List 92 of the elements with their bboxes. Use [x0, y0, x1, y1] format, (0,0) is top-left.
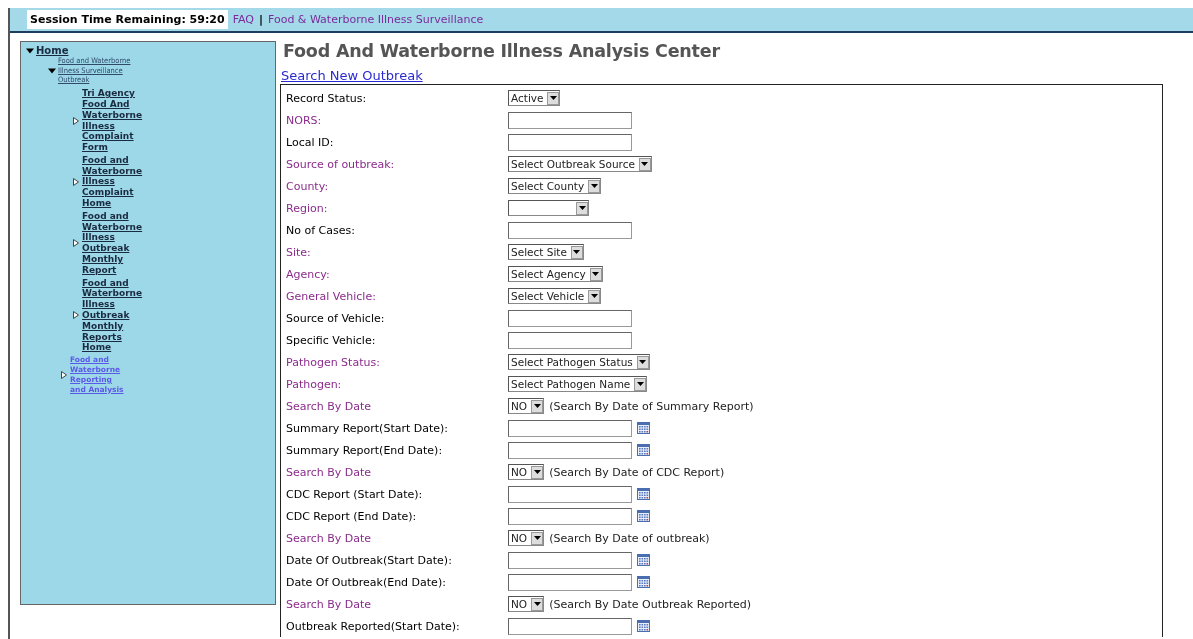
- field-label: Outbreak Reported(Start Date):: [286, 619, 460, 633]
- caret-icon[interactable]: [533, 404, 541, 408]
- date-field[interactable]: [508, 617, 632, 635]
- field-label: Pathogen:: [286, 377, 342, 391]
- date-field[interactable]: [508, 485, 632, 503]
- date-field[interactable]: [508, 507, 632, 525]
- calendar-icon[interactable]: [637, 510, 650, 522]
- dropdown[interactable]: NO: [508, 464, 545, 480]
- collapsed-triangle-icon[interactable]: [72, 311, 80, 320]
- field-label: Specific Vehicle:: [286, 333, 376, 347]
- dropdown[interactable]: Select County: [508, 178, 602, 194]
- calendar-icon[interactable]: [637, 422, 650, 434]
- dropdown[interactable]: Select Pathogen Status: [508, 354, 650, 370]
- dropdown[interactable]: Select Site: [508, 244, 584, 260]
- field-label: Source of outbreak:: [286, 157, 395, 171]
- input-field[interactable]: [508, 331, 632, 349]
- caret-icon[interactable]: [641, 162, 649, 166]
- dropdown[interactable]: NO: [508, 530, 545, 546]
- field-label: Date Of Outbreak(End Date):: [286, 575, 446, 589]
- field-label: General Vehicle:: [286, 289, 376, 303]
- page-title: Food And Waterborne Illness Analysis Center: [282, 41, 720, 63]
- field-note: (Search By Date of CDC Report): [549, 465, 725, 479]
- field-label: Site:: [286, 245, 311, 259]
- dropdown[interactable]: Select Vehicle: [508, 288, 602, 304]
- tree-link[interactable]: Food and Waterborne Illness Complaint Home: [82, 153, 148, 210]
- caret-icon[interactable]: [533, 602, 541, 606]
- input-field[interactable]: [508, 309, 632, 327]
- collapsed-triangle-icon[interactable]: [72, 177, 80, 186]
- nav-link[interactable]: Food & Waterborne Illness Surveillance: [268, 13, 484, 26]
- caret-icon[interactable]: [578, 206, 586, 210]
- field-label: Summary Report(Start Date):: [286, 421, 449, 435]
- caret-icon[interactable]: [639, 360, 647, 364]
- field-label: County:: [286, 179, 329, 193]
- field-note: (Search By Date Outbreak Reported): [549, 597, 752, 611]
- field-label: Pathogen Status:: [286, 355, 380, 369]
- dropdown[interactable]: NO: [508, 398, 545, 414]
- date-field[interactable]: [508, 551, 632, 569]
- field-label: No of Cases:: [286, 223, 355, 237]
- field-label: Search By Date: [286, 531, 372, 545]
- caret-icon[interactable]: [592, 272, 600, 276]
- calendar-icon[interactable]: [637, 576, 650, 588]
- field-label: Date Of Outbreak(Start Date):: [286, 553, 452, 567]
- field-label: Summary Report(End Date):: [286, 443, 443, 457]
- caret-icon[interactable]: [550, 96, 557, 100]
- field-label: Local ID:: [286, 135, 334, 149]
- expanded-triangle-icon[interactable]: [48, 66, 56, 75]
- field-label: Search By Date: [286, 465, 372, 479]
- date-field[interactable]: [508, 573, 632, 591]
- collapsed-triangle-icon[interactable]: [72, 116, 80, 125]
- collapsed-triangle-icon[interactable]: [72, 239, 80, 248]
- field-label: Record Status:: [286, 91, 367, 105]
- field-label: Search By Date: [286, 399, 372, 413]
- dropdown[interactable]: Select Agency: [508, 266, 603, 282]
- dropdown[interactable]: Select Pathogen Name: [508, 376, 648, 392]
- tree-link[interactable]: Food and Waterborne Illness Outbreak Monthly Reports Home: [82, 276, 148, 355]
- dropdown[interactable]: NO: [508, 596, 545, 612]
- caret-icon[interactable]: [590, 294, 598, 298]
- expanded-triangle-icon[interactable]: [26, 46, 34, 55]
- date-field[interactable]: [508, 441, 632, 459]
- caret-icon[interactable]: [533, 536, 541, 540]
- input-field[interactable]: [508, 111, 632, 129]
- caret-icon[interactable]: [636, 382, 644, 386]
- field-note: (Search By Date of Summary Report): [549, 399, 754, 413]
- field-label: CDC Report (Start Date):: [286, 487, 423, 501]
- field-label: Region:: [286, 201, 328, 215]
- field-label: NORS:: [286, 113, 322, 127]
- date-field[interactable]: [508, 419, 632, 437]
- input-field[interactable]: [508, 133, 632, 151]
- search-link[interactable]: Search New Outbreak: [280, 68, 423, 83]
- dropdown[interactable]: Select Outbreak Source: [508, 156, 652, 172]
- nav-link[interactable]: FAQ: [232, 13, 254, 26]
- field-label: CDC Report (End Date):: [286, 509, 417, 523]
- calendar-icon[interactable]: [637, 488, 650, 500]
- field-label: Agency:: [286, 267, 330, 281]
- calendar-icon[interactable]: [637, 444, 650, 456]
- field-label: Search By Date: [286, 597, 372, 611]
- caret-icon[interactable]: [590, 184, 598, 188]
- tree-link[interactable]: Food and Waterborne Illness Outbreak Monthly Report: [82, 209, 148, 277]
- field-label: Source of Vehicle:: [286, 311, 385, 325]
- dropdown[interactable]: Active: [508, 90, 561, 106]
- collapsed-triangle-icon[interactable]: [60, 370, 68, 379]
- caret-icon[interactable]: [573, 250, 581, 254]
- input-field[interactable]: [508, 221, 632, 239]
- tree-link[interactable]: Tri Agency Food And Waterborne Illness Complaint Form: [82, 87, 148, 154]
- separator: |: [258, 13, 263, 26]
- session-timer: Session Time Remaining: 59:20: [27, 10, 228, 29]
- dropdown[interactable]: [508, 200, 589, 216]
- tree-link[interactable]: Home: [36, 45, 69, 56]
- calendar-icon[interactable]: [637, 554, 650, 566]
- calendar-icon[interactable]: [637, 620, 650, 632]
- field-note: (Search By Date of outbreak): [549, 531, 710, 545]
- caret-icon[interactable]: [533, 470, 541, 474]
